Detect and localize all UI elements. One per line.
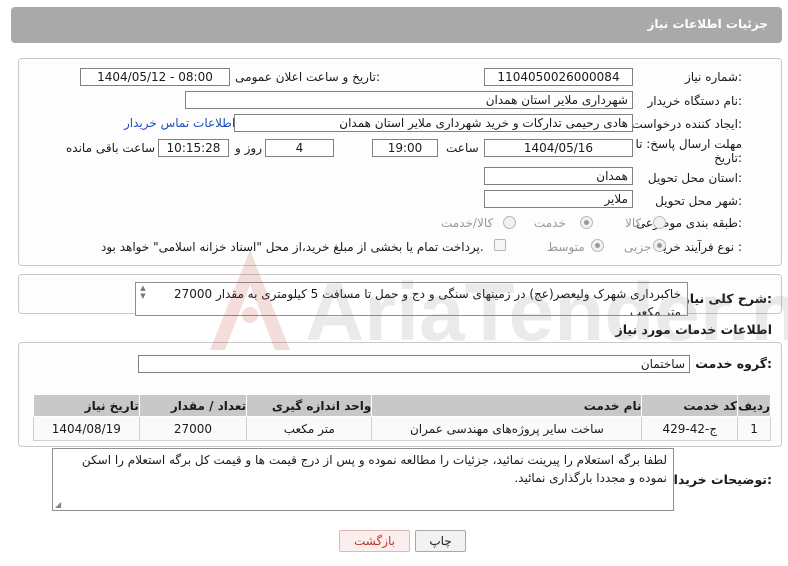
process-radio-minor[interactable] [653,239,666,252]
col-row: ردیف [737,394,771,417]
days-label: روز و [235,141,262,155]
category-radio-goods-service[interactable] [503,216,516,229]
summary-scroll-arrows[interactable]: ▲ ▼ [137,284,149,300]
service-group-field: ساختمان [138,355,690,373]
service-group-label: گروه خدمت: [695,356,772,371]
category-option-service: خدمت [534,216,566,230]
remaining-time-label: ساعت باقی مانده [66,141,156,155]
summary-label: شرح کلی نیاز: [682,291,773,306]
process-option-minor: جزیی [624,240,652,254]
page-header: جزئیات اطلاعات نیاز [11,7,782,43]
cell-unit: متر مکعب [246,416,373,441]
city-field: ملایر [484,190,633,208]
cell-date: 1404/08/19 [33,416,140,441]
creator-field: هادی رحیمی تدارکات و خرید شهرداری ملایر … [234,114,633,132]
col-unit: واحد اندازه گیری [246,394,373,417]
cell-row: 1 [737,416,771,441]
treasury-payment-checkbox[interactable] [494,239,506,251]
resize-handle-icon[interactable]: ◢ [55,500,61,509]
print-button[interactable]: چاپ [415,530,466,552]
cell-code: ج-42-429 [641,416,739,441]
buyer-org-field: شهرداری ملایر استان همدان [185,91,633,109]
category-radio-goods[interactable] [653,216,666,229]
process-radio-medium[interactable] [591,239,604,252]
buyer-org-label: نام دستگاه خریدار: [647,94,743,108]
process-type-label: نوع فرآیند خرید : [657,240,742,254]
services-table-header: ردیف کد خدمت نام خدمت واحد اندازه گیری ت… [33,394,771,417]
col-qty: تعداد / مقدار [138,394,248,417]
remaining-time-field: 10:15:28 [158,139,229,157]
col-code: کد خدمت [641,394,739,417]
col-date: تاریخ نیاز [33,394,140,417]
page-title: جزئیات اطلاعات نیاز [647,17,768,31]
services-table: ردیف کد خدمت نام خدمت واحد اندازه گیری ت… [33,394,771,441]
process-option-medium: متوسط [547,240,585,254]
back-button[interactable]: بازگشت [339,530,410,552]
deadline-date-field: 1404/05/16 [484,139,633,157]
deadline-label: مهلت ارسال پاسخ: تا [635,137,742,151]
city-label: شهر محل تحویل: [655,194,742,208]
need-number-label: شماره نیاز: [684,70,742,84]
deadline-date-label: تاریخ: [714,151,742,165]
creator-label: ایجاد کننده درخواست: [631,117,742,131]
announce-datetime-field: 1404/05/12 - 08:00 [80,68,230,86]
buyer-notes-textarea[interactable]: لطفا برگه استعلام را پیرینت نمائید، جزئی… [52,448,674,511]
buyer-notes-label: توضیحات خریدار: [666,472,772,487]
category-radio-service[interactable] [580,216,593,229]
need-info-panel [18,58,782,266]
province-label: استان محل تحویل: [647,171,742,185]
announce-datetime-label: تاریخ و ساعت اعلان عمومی: [235,70,380,84]
deadline-time-field: 19:00 [372,139,438,157]
col-name: نام خدمت [371,394,643,417]
services-section-title: اطلاعات خدمات مورد نیاز [615,322,773,337]
category-label: طبقه بندی موضوعی: [635,216,742,230]
remaining-days-field: 4 [265,139,334,157]
category-option-goods-service: کالا/خدمت [441,216,494,230]
buyer-contact-link[interactable]: اطلاعات تماس خریدار [124,116,235,130]
deadline-time-label: ساعت [446,141,479,155]
need-number-field: 1104050026000084 [484,68,633,86]
summary-textarea[interactable]: خاکبرداری شهرک ولیعصر(عج) در زمینهای سنگ… [135,282,688,316]
table-row: 1 ج-42-429 ساخت سایر پروژه‌های مهندسی عم… [33,416,771,441]
province-field: همدان [484,167,633,185]
treasury-payment-note: پرداخت تمام یا بخشی از مبلغ خرید،از محل … [101,240,484,254]
category-option-goods: کالا [625,216,642,230]
cell-qty: 27000 [138,416,248,441]
cell-name: ساخت سایر پروژه‌های مهندسی عمران [371,416,643,441]
